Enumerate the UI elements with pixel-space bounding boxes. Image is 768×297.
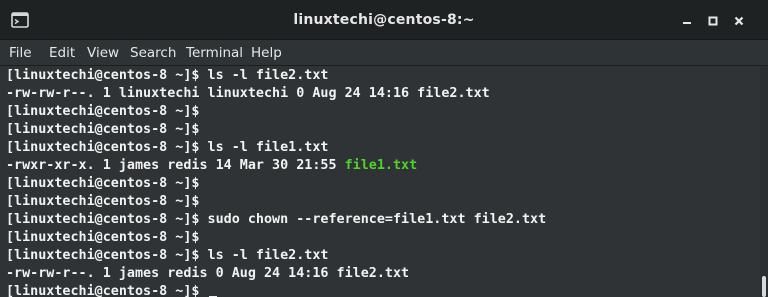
terminal-window: linuxtechi@centos-8:~ File Edit View Sea…: [0, 0, 768, 297]
terminal-line: [linuxtechi@centos-8 ~]$: [6, 229, 199, 247]
command-text: sudo chown --reference=file1.txt file2.t…: [199, 212, 547, 227]
command-text: [199, 284, 207, 297]
terminal-line: [linuxtechi@centos-8 ~]$ ls -l file2.txt: [6, 247, 328, 265]
terminal-line: [linuxtechi@centos-8 ~]$: [6, 121, 199, 139]
terminal-line: -rw-rw-r--. 1 james redis 0 Aug 24 14:16…: [6, 265, 409, 283]
window-title: linuxtechi@centos-8:~: [293, 12, 475, 28]
terminal-line: [linuxtechi@centos-8 ~]$ ls -l file1.txt: [6, 139, 328, 157]
prompt: [linuxtechi@centos-8 ~]$: [6, 122, 200, 137]
close-icon[interactable]: [728, 10, 750, 32]
menu-file[interactable]: File: [9, 40, 32, 66]
prompt: [linuxtechi@centos-8 ~]$: [6, 230, 200, 245]
command-text: ls -l file2.txt: [199, 68, 329, 83]
prompt: [linuxtechi@centos-8 ~]$: [6, 212, 200, 227]
scrollbar[interactable]: [760, 66, 768, 297]
prompt: [linuxtechi@centos-8 ~]$: [6, 248, 200, 263]
command-text: ls -l file2.txt: [199, 248, 329, 263]
minimize-icon[interactable]: [676, 10, 698, 32]
menu-terminal[interactable]: Terminal: [186, 40, 243, 66]
terminal-line: [linuxtechi@centos-8 ~]$ ls -l file2.txt: [6, 67, 328, 85]
terminal-line: -rw-rw-r--. 1 linuxtechi linuxtechi 0 Au…: [6, 85, 490, 103]
prompt: [linuxtechi@centos-8 ~]$: [6, 194, 200, 209]
output-text: -rw-rw-r--. 1 linuxtechi linuxtechi 0 Au…: [6, 86, 490, 101]
terminal-output[interactable]: [linuxtechi@centos-8 ~]$ ls -l file2.txt…: [0, 66, 760, 297]
title-bar[interactable]: linuxtechi@centos-8:~: [0, 0, 768, 40]
prompt: [linuxtechi@centos-8 ~]$: [6, 104, 200, 119]
prompt: [linuxtechi@centos-8 ~]$: [6, 176, 200, 191]
terminal-line: [linuxtechi@centos-8 ~]$ sudo chown --re…: [6, 211, 546, 229]
terminal-line: [linuxtechi@centos-8 ~]$: [6, 175, 199, 193]
prompt: [linuxtechi@centos-8 ~]$: [6, 284, 200, 297]
prompt: [linuxtechi@centos-8 ~]$: [6, 140, 200, 155]
output-text: -rw-rw-r--. 1 james redis 0 Aug 24 14:16…: [6, 266, 410, 281]
scrollbar-thumb[interactable]: [762, 276, 766, 297]
command-text: ls -l file1.txt: [199, 140, 329, 155]
terminal-line: [linuxtechi@centos-8 ~]$: [6, 283, 217, 297]
menu-help[interactable]: Help: [251, 40, 282, 66]
terminal-line: [linuxtechi@centos-8 ~]$: [6, 193, 199, 211]
menu-bar: File Edit View Search Terminal Help: [0, 40, 768, 66]
terminal-line: [linuxtechi@centos-8 ~]$: [6, 103, 199, 121]
maximize-icon[interactable]: [702, 10, 724, 32]
menu-search[interactable]: Search: [130, 40, 176, 66]
executable-filename: file1.txt: [344, 158, 418, 173]
prompt: [linuxtechi@centos-8 ~]$: [6, 68, 200, 83]
menu-view[interactable]: View: [87, 40, 119, 66]
terminal-line: -rwxr-xr-x. 1 james redis 14 Mar 30 21:5…: [6, 157, 417, 175]
menu-edit[interactable]: Edit: [49, 40, 75, 66]
output-text: -rwxr-xr-x. 1 james redis 14 Mar 30 21:5…: [6, 158, 345, 173]
